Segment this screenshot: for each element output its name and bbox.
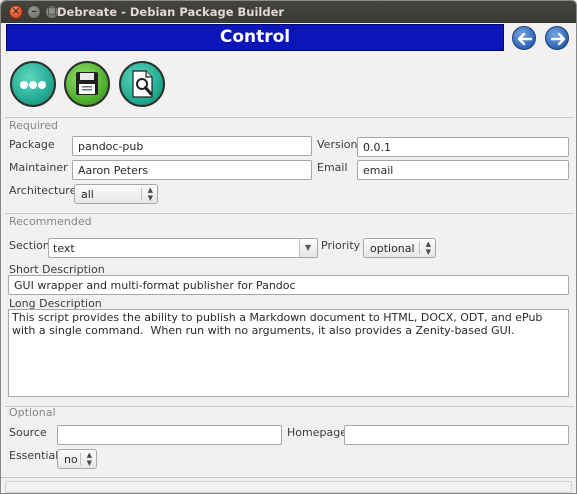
- left-arrow-icon: [517, 32, 533, 46]
- status-bar-field: [5, 481, 572, 493]
- close-icon: ×: [11, 6, 21, 17]
- preview-button[interactable]: [119, 61, 165, 107]
- page-banner: Control: [6, 24, 504, 51]
- version-label: Version: [317, 138, 358, 151]
- homepage-label: Homepage: [287, 426, 347, 439]
- priority-select[interactable]: optional ▲ ▼: [363, 238, 436, 258]
- divider: [5, 117, 574, 118]
- architecture-select[interactable]: all ▲ ▼: [74, 184, 158, 204]
- status-bar: [1, 477, 576, 493]
- divider: [5, 406, 574, 407]
- architecture-value: all: [81, 188, 94, 201]
- minimize-window-button[interactable]: –: [27, 5, 41, 19]
- maintainer-label: Maintainer: [9, 161, 68, 174]
- long-description-textarea[interactable]: This script provides the ability to publ…: [8, 309, 569, 397]
- chevron-down-icon: ▼: [305, 243, 312, 252]
- title-bar: × – □ Debreate - Debian Package Builder: [1, 1, 576, 23]
- essential-value: no: [64, 453, 78, 466]
- section-combobox[interactable]: text ▼: [48, 238, 318, 258]
- divider: [5, 213, 574, 214]
- section-value: text: [53, 242, 75, 255]
- minimize-icon: –: [31, 6, 37, 17]
- source-label: Source: [9, 426, 47, 439]
- maintainer-field[interactable]: [72, 160, 312, 180]
- homepage-field[interactable]: [344, 425, 569, 445]
- previous-page-button[interactable]: [512, 26, 536, 50]
- select-divider: [419, 242, 420, 254]
- source-field[interactable]: [57, 425, 282, 445]
- essential-label: Essential: [9, 449, 59, 462]
- close-window-button[interactable]: ×: [9, 5, 23, 19]
- architecture-label: Architecture: [9, 184, 77, 197]
- package-label: Package: [9, 138, 55, 151]
- required-heading: Required: [9, 119, 58, 132]
- next-page-button[interactable]: [545, 26, 569, 50]
- recommended-heading: Recommended: [9, 215, 92, 228]
- version-field[interactable]: [357, 137, 569, 157]
- right-arrow-icon: [550, 32, 566, 46]
- page-title: Control: [219, 27, 291, 47]
- optional-heading: Optional: [9, 406, 56, 419]
- window-title: Debreate - Debian Package Builder: [57, 5, 285, 19]
- select-divider: [141, 188, 142, 200]
- select-divider: [80, 453, 81, 465]
- package-field[interactable]: [72, 136, 312, 156]
- more-options-button[interactable]: [10, 61, 56, 107]
- save-button[interactable]: [64, 61, 110, 107]
- more-options-icon: [20, 81, 46, 89]
- spin-arrows-icon: ▲ ▼: [86, 451, 92, 467]
- essential-select[interactable]: no ▲ ▼: [57, 449, 97, 469]
- application-window: × – □ Debreate - Debian Package Builder …: [0, 0, 577, 494]
- email-label: Email: [317, 161, 348, 174]
- email-field[interactable]: [357, 160, 569, 180]
- spin-arrows-icon: ▲ ▼: [425, 240, 431, 256]
- priority-label: Priority: [321, 239, 361, 252]
- short-description-field[interactable]: [8, 275, 569, 295]
- preview-document-icon: [132, 70, 153, 98]
- save-disk-icon: [76, 72, 98, 95]
- section-dropdown-button[interactable]: ▼: [299, 239, 317, 257]
- priority-value: optional: [370, 242, 415, 255]
- section-label: Section: [9, 239, 50, 252]
- spin-arrows-icon: ▲ ▼: [147, 186, 153, 202]
